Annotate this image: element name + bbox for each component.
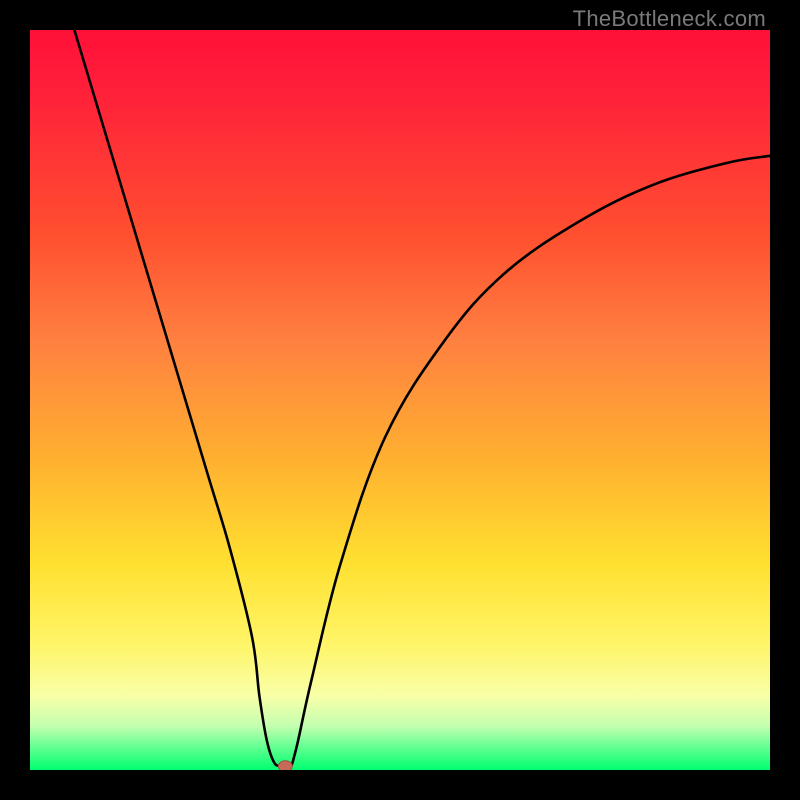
- watermark-text: TheBottleneck.com: [573, 6, 766, 32]
- chart-overlay: [30, 30, 770, 770]
- bottleneck-curve: [74, 30, 770, 770]
- marker-dot: [278, 761, 292, 770]
- chart-frame: TheBottleneck.com: [0, 0, 800, 800]
